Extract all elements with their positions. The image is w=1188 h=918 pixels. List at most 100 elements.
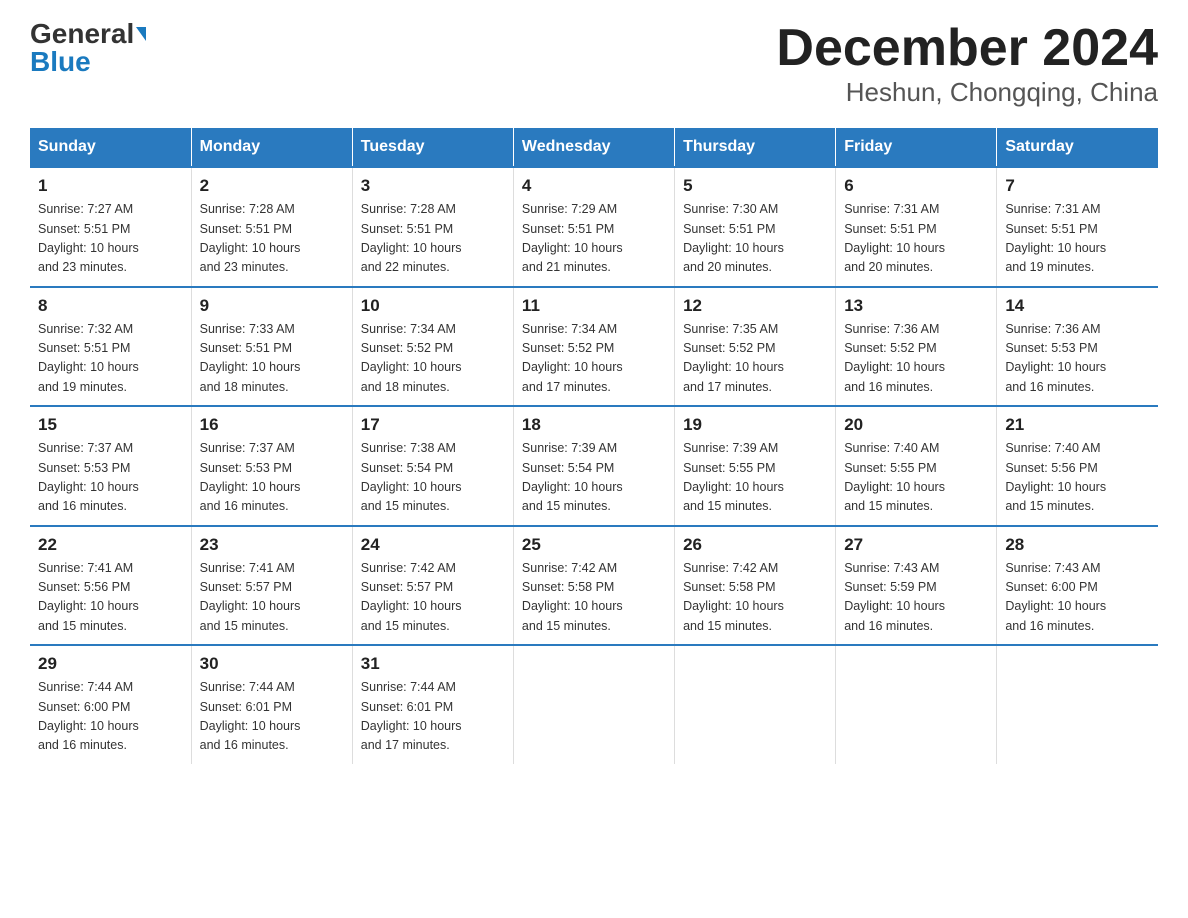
calendar-day-cell: 21 Sunrise: 7:40 AMSunset: 5:56 PMDayligh… bbox=[997, 406, 1158, 526]
calendar-day-cell: 12Sunrise: 7:35 AMSunset: 5:52 PMDayligh… bbox=[675, 287, 836, 407]
day-number: 14 bbox=[1005, 296, 1150, 316]
day-number: 7 bbox=[1005, 176, 1150, 196]
day-number: 11 bbox=[522, 296, 666, 316]
day-info: Sunrise: 7:32 AMSunset: 5:51 PMDaylight:… bbox=[38, 320, 183, 398]
day-info: Sunrise: 7:36 AMSunset: 5:52 PMDaylight:… bbox=[844, 320, 988, 398]
day-info: Sunrise: 7:37 AMSunset: 5:53 PMDaylight:… bbox=[200, 439, 344, 517]
day-info: Sunrise: 7:40 AMSunset: 5:56 PMDaylight:… bbox=[1005, 439, 1150, 517]
calendar-day-cell: 15 Sunrise: 7:37 AMSunset: 5:53 PMDayligh… bbox=[30, 406, 191, 526]
calendar-header-sunday: Sunday bbox=[30, 128, 191, 167]
calendar-week-row: 1 Sunrise: 7:27 AMSunset: 5:51 PMDaylight… bbox=[30, 167, 1158, 287]
day-info: Sunrise: 7:42 AMSunset: 5:58 PMDaylight:… bbox=[683, 559, 827, 637]
logo-blue-text: Blue bbox=[30, 48, 91, 76]
calendar-day-cell: 9 Sunrise: 7:33 AMSunset: 5:51 PMDaylight… bbox=[191, 287, 352, 407]
page-title: December 2024 bbox=[776, 20, 1158, 77]
calendar-day-cell: 1 Sunrise: 7:27 AMSunset: 5:51 PMDaylight… bbox=[30, 167, 191, 287]
day-number: 20 bbox=[844, 415, 988, 435]
calendar-day-cell: 26 Sunrise: 7:42 AMSunset: 5:58 PMDayligh… bbox=[675, 526, 836, 646]
calendar-day-cell: 30Sunrise: 7:44 AMSunset: 6:01 PMDayligh… bbox=[191, 645, 352, 764]
day-number: 22 bbox=[38, 535, 183, 555]
day-number: 2 bbox=[200, 176, 344, 196]
day-info: Sunrise: 7:31 AMSunset: 5:51 PMDaylight:… bbox=[1005, 200, 1150, 278]
day-number: 21 bbox=[1005, 415, 1150, 435]
calendar-day-cell: 20Sunrise: 7:40 AMSunset: 5:55 PMDayligh… bbox=[836, 406, 997, 526]
logo: General Blue bbox=[30, 20, 146, 76]
day-number: 8 bbox=[38, 296, 183, 316]
logo-triangle-icon bbox=[136, 27, 146, 41]
day-number: 25 bbox=[522, 535, 666, 555]
calendar-day-cell: 6 Sunrise: 7:31 AMSunset: 5:51 PMDaylight… bbox=[836, 167, 997, 287]
day-info: Sunrise: 7:39 AMSunset: 5:54 PMDaylight:… bbox=[522, 439, 666, 517]
day-info: Sunrise: 7:31 AMSunset: 5:51 PMDaylight:… bbox=[844, 200, 988, 278]
day-number: 3 bbox=[361, 176, 505, 196]
day-info: Sunrise: 7:42 AMSunset: 5:58 PMDaylight:… bbox=[522, 559, 666, 637]
calendar-header-saturday: Saturday bbox=[997, 128, 1158, 167]
header: General Blue December 2024 Heshun, Chong… bbox=[30, 20, 1158, 108]
calendar-header-monday: Monday bbox=[191, 128, 352, 167]
day-info: Sunrise: 7:44 AMSunset: 6:01 PMDaylight:… bbox=[361, 678, 505, 756]
calendar-day-cell: 27 Sunrise: 7:43 AMSunset: 5:59 PMDayligh… bbox=[836, 526, 997, 646]
calendar-table: SundayMondayTuesdayWednesdayThursdayFrid… bbox=[30, 128, 1158, 764]
calendar-day-cell: 19Sunrise: 7:39 AMSunset: 5:55 PMDayligh… bbox=[675, 406, 836, 526]
day-info: Sunrise: 7:41 AMSunset: 5:57 PMDaylight:… bbox=[200, 559, 344, 637]
day-info: Sunrise: 7:28 AMSunset: 5:51 PMDaylight:… bbox=[200, 200, 344, 278]
day-number: 17 bbox=[361, 415, 505, 435]
day-info: Sunrise: 7:43 AMSunset: 5:59 PMDaylight:… bbox=[844, 559, 988, 637]
title-area: December 2024 Heshun, Chongqing, China bbox=[776, 20, 1158, 108]
calendar-day-cell bbox=[836, 645, 997, 764]
calendar-day-cell: 13Sunrise: 7:36 AMSunset: 5:52 PMDayligh… bbox=[836, 287, 997, 407]
calendar-day-cell: 17 Sunrise: 7:38 AMSunset: 5:54 PMDayligh… bbox=[352, 406, 513, 526]
day-number: 29 bbox=[38, 654, 183, 674]
day-info: Sunrise: 7:27 AMSunset: 5:51 PMDaylight:… bbox=[38, 200, 183, 278]
day-number: 10 bbox=[361, 296, 505, 316]
day-info: Sunrise: 7:44 AMSunset: 6:00 PMDaylight:… bbox=[38, 678, 183, 756]
logo-general-text: General bbox=[30, 20, 134, 48]
day-number: 24 bbox=[361, 535, 505, 555]
day-number: 31 bbox=[361, 654, 505, 674]
calendar-day-cell: 24Sunrise: 7:42 AMSunset: 5:57 PMDayligh… bbox=[352, 526, 513, 646]
calendar-day-cell: 8 Sunrise: 7:32 AMSunset: 5:51 PMDaylight… bbox=[30, 287, 191, 407]
day-info: Sunrise: 7:29 AMSunset: 5:51 PMDaylight:… bbox=[522, 200, 666, 278]
calendar-day-cell bbox=[997, 645, 1158, 764]
calendar-day-cell: 7 Sunrise: 7:31 AMSunset: 5:51 PMDaylight… bbox=[997, 167, 1158, 287]
calendar-day-cell: 22 Sunrise: 7:41 AMSunset: 5:56 PMDayligh… bbox=[30, 526, 191, 646]
calendar-week-row: 22 Sunrise: 7:41 AMSunset: 5:56 PMDayligh… bbox=[30, 526, 1158, 646]
day-number: 27 bbox=[844, 535, 988, 555]
day-number: 5 bbox=[683, 176, 827, 196]
calendar-day-cell: 29 Sunrise: 7:44 AMSunset: 6:00 PMDayligh… bbox=[30, 645, 191, 764]
calendar-week-row: 8 Sunrise: 7:32 AMSunset: 5:51 PMDaylight… bbox=[30, 287, 1158, 407]
day-info: Sunrise: 7:35 AMSunset: 5:52 PMDaylight:… bbox=[683, 320, 827, 398]
calendar-day-cell: 2 Sunrise: 7:28 AMSunset: 5:51 PMDaylight… bbox=[191, 167, 352, 287]
calendar-day-cell: 28Sunrise: 7:43 AMSunset: 6:00 PMDayligh… bbox=[997, 526, 1158, 646]
day-info: Sunrise: 7:30 AMSunset: 5:51 PMDaylight:… bbox=[683, 200, 827, 278]
calendar-header-thursday: Thursday bbox=[675, 128, 836, 167]
calendar-day-cell: 4 Sunrise: 7:29 AMSunset: 5:51 PMDaylight… bbox=[513, 167, 674, 287]
day-number: 15 bbox=[38, 415, 183, 435]
day-info: Sunrise: 7:41 AMSunset: 5:56 PMDaylight:… bbox=[38, 559, 183, 637]
day-number: 23 bbox=[200, 535, 344, 555]
day-number: 9 bbox=[200, 296, 344, 316]
calendar-day-cell: 18Sunrise: 7:39 AMSunset: 5:54 PMDayligh… bbox=[513, 406, 674, 526]
day-number: 26 bbox=[683, 535, 827, 555]
calendar-header-wednesday: Wednesday bbox=[513, 128, 674, 167]
day-number: 1 bbox=[38, 176, 183, 196]
day-info: Sunrise: 7:34 AMSunset: 5:52 PMDaylight:… bbox=[361, 320, 505, 398]
calendar-day-cell: 25 Sunrise: 7:42 AMSunset: 5:58 PMDayligh… bbox=[513, 526, 674, 646]
day-info: Sunrise: 7:37 AMSunset: 5:53 PMDaylight:… bbox=[38, 439, 183, 517]
page-subtitle: Heshun, Chongqing, China bbox=[776, 77, 1158, 108]
day-number: 30 bbox=[200, 654, 344, 674]
calendar-day-cell: 5 Sunrise: 7:30 AMSunset: 5:51 PMDaylight… bbox=[675, 167, 836, 287]
day-info: Sunrise: 7:34 AMSunset: 5:52 PMDaylight:… bbox=[522, 320, 666, 398]
calendar-week-row: 15 Sunrise: 7:37 AMSunset: 5:53 PMDayligh… bbox=[30, 406, 1158, 526]
day-number: 4 bbox=[522, 176, 666, 196]
day-info: Sunrise: 7:43 AMSunset: 6:00 PMDaylight:… bbox=[1005, 559, 1150, 637]
calendar-day-cell bbox=[513, 645, 674, 764]
day-number: 16 bbox=[200, 415, 344, 435]
day-info: Sunrise: 7:38 AMSunset: 5:54 PMDaylight:… bbox=[361, 439, 505, 517]
day-number: 6 bbox=[844, 176, 988, 196]
day-info: Sunrise: 7:28 AMSunset: 5:51 PMDaylight:… bbox=[361, 200, 505, 278]
calendar-header-tuesday: Tuesday bbox=[352, 128, 513, 167]
day-info: Sunrise: 7:39 AMSunset: 5:55 PMDaylight:… bbox=[683, 439, 827, 517]
day-info: Sunrise: 7:33 AMSunset: 5:51 PMDaylight:… bbox=[200, 320, 344, 398]
calendar-day-cell: 16 Sunrise: 7:37 AMSunset: 5:53 PMDayligh… bbox=[191, 406, 352, 526]
